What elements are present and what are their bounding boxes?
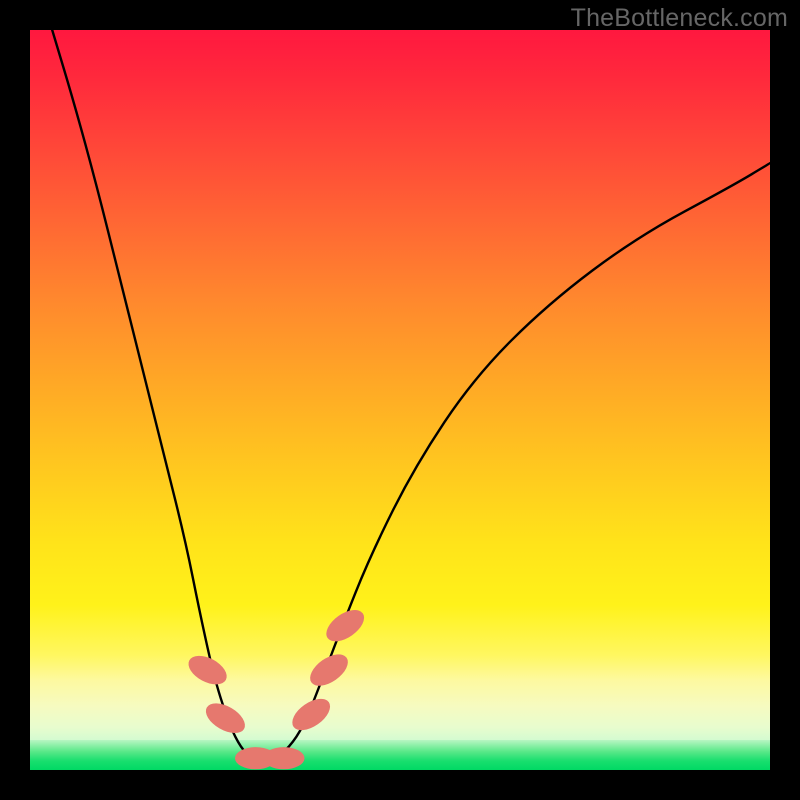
curve-marker — [321, 604, 370, 648]
watermark-text: TheBottleneck.com — [571, 4, 788, 33]
curve-marker — [263, 747, 304, 769]
curve-marker — [305, 648, 354, 692]
chart-frame: TheBottleneck.com — [0, 0, 800, 800]
marker-layer — [184, 604, 370, 770]
curve-marker — [184, 650, 232, 690]
curve-layer — [30, 30, 770, 770]
curve-marker — [201, 697, 250, 739]
curve-marker — [287, 693, 336, 737]
plot-area — [30, 30, 770, 770]
bottleneck-curve — [52, 30, 770, 761]
